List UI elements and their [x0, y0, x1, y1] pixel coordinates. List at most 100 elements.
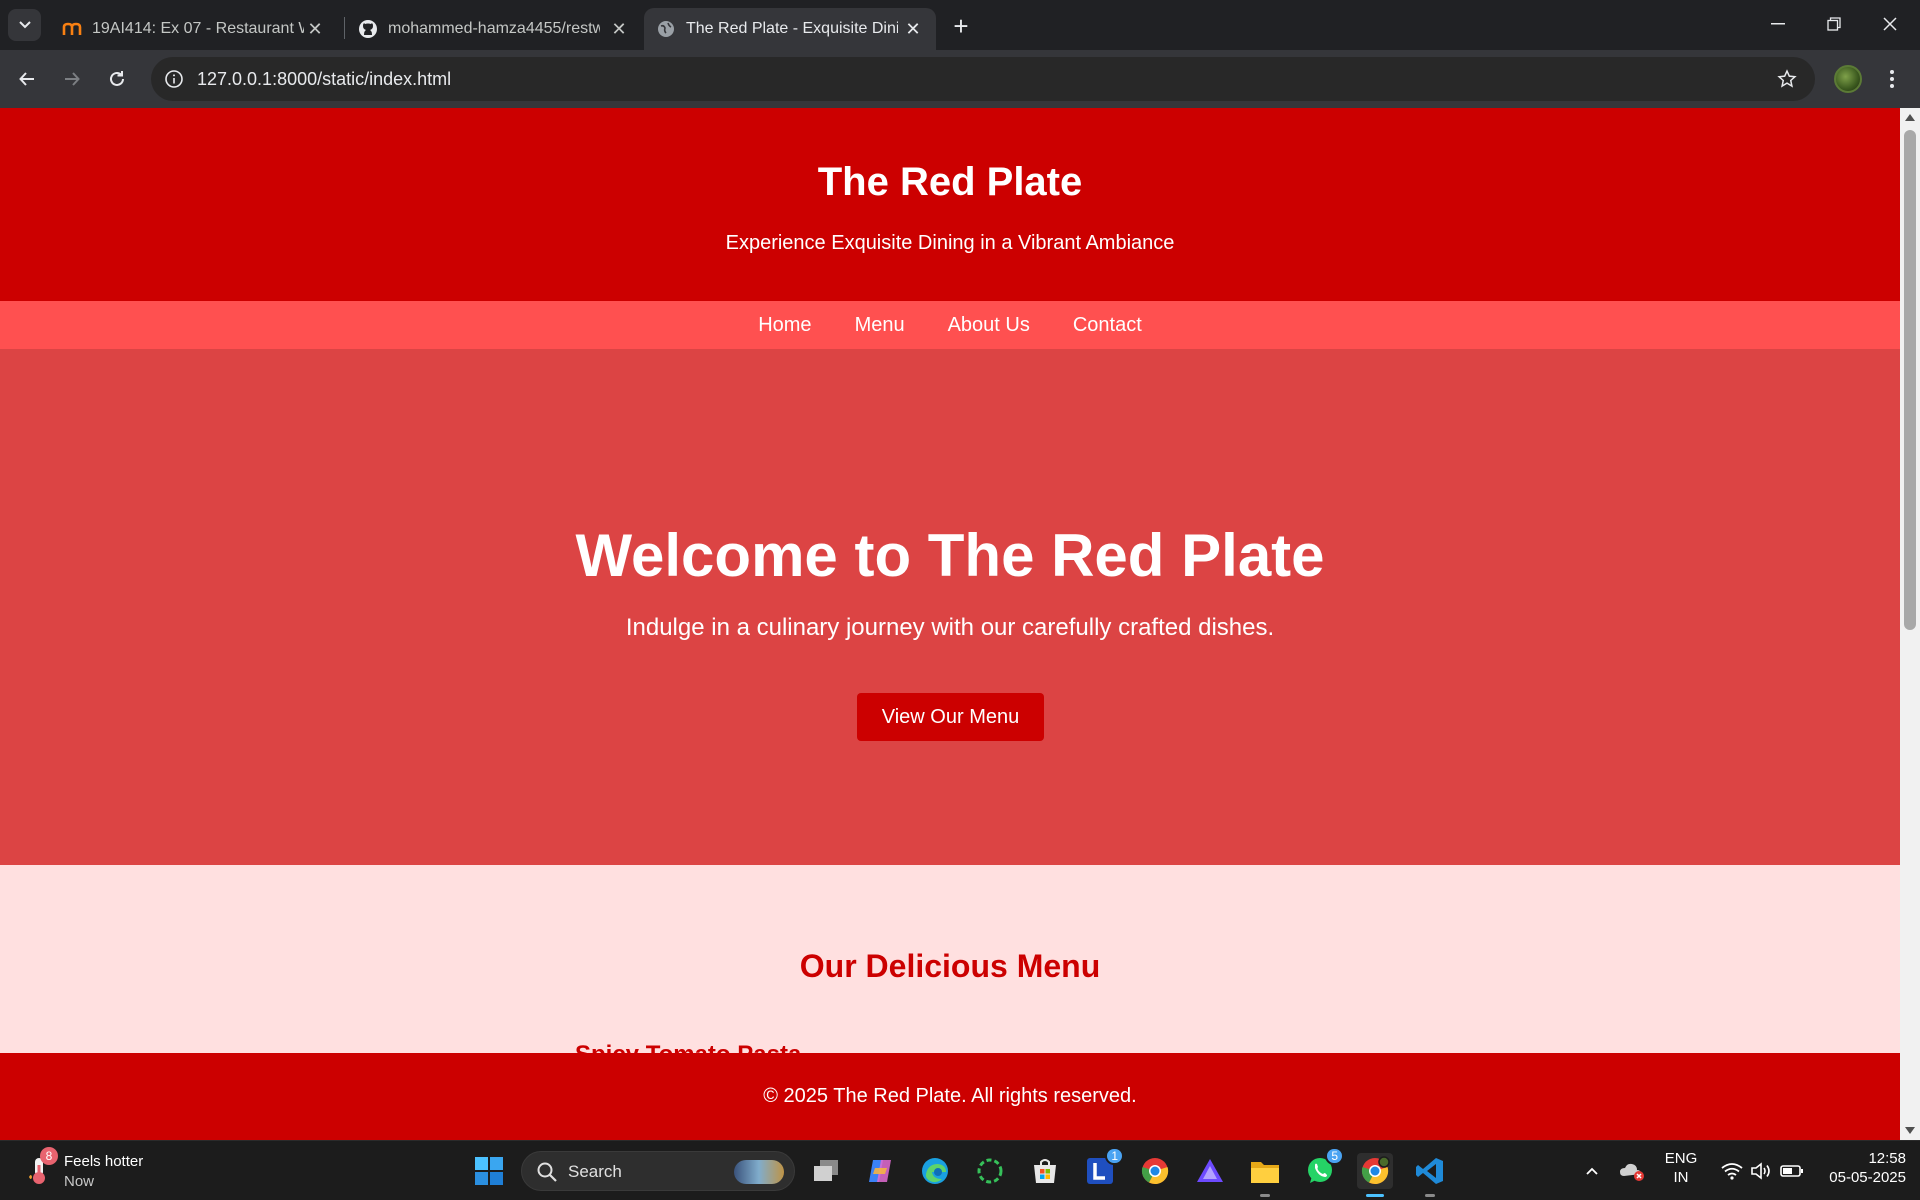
- restore-icon: [1827, 17, 1841, 31]
- chrome-active-app[interactable]: [1357, 1153, 1393, 1197]
- reload-icon: [110, 71, 124, 86]
- forward-button[interactable]: [55, 62, 89, 96]
- page-viewport: The Red Plate Experience Exquisite Dinin…: [0, 108, 1900, 1140]
- chrome-icon: [1361, 1156, 1390, 1185]
- url-text[interactable]: 127.0.0.1:8000/static/index.html: [197, 69, 451, 90]
- scroll-up-arrow-icon[interactable]: [1905, 114, 1915, 121]
- weather-line2: Now: [64, 1173, 95, 1190]
- site-footer: © 2025 The Red Plate. All rights reserve…: [0, 1053, 1900, 1140]
- profile-avatar[interactable]: [1834, 65, 1862, 93]
- nav-link-menu[interactable]: Menu: [855, 314, 905, 337]
- onedrive-status[interactable]: [1614, 1153, 1650, 1189]
- vscode-app[interactable]: [1412, 1153, 1448, 1197]
- clock-time: 12:58: [1868, 1150, 1906, 1167]
- browser-menu-button[interactable]: [1880, 64, 1904, 94]
- arrow-right-icon: [65, 72, 80, 86]
- page-scrollbar[interactable]: [1900, 108, 1920, 1140]
- clock-date: 05-05-2025: [1829, 1169, 1906, 1186]
- restore-button[interactable]: [1806, 0, 1862, 48]
- triangle-app-icon: [1197, 1159, 1223, 1182]
- nav-link-home[interactable]: Home: [758, 314, 811, 337]
- site-info-icon[interactable]: [163, 68, 185, 90]
- site-title: The Red Plate: [817, 160, 1083, 204]
- tab-moodle[interactable]: 19AI414: Ex 07 - Restaurant Web ✕: [50, 8, 338, 50]
- tab-red-plate[interactable]: The Red Plate - Exquisite Dining ✕: [644, 8, 936, 50]
- back-button[interactable]: [10, 62, 44, 96]
- notification-badge: 1: [1105, 1147, 1124, 1165]
- copilot-app[interactable]: [862, 1153, 898, 1189]
- site-tagline: Experience Exquisite Dining in a Vibrant…: [725, 232, 1175, 254]
- scroll-thumb[interactable]: [1904, 130, 1916, 630]
- scroll-down-arrow-icon[interactable]: [1905, 1127, 1915, 1134]
- show-hidden-icons-button[interactable]: [1574, 1153, 1610, 1189]
- circular-app-icon: [977, 1158, 1003, 1184]
- tab-title: mohammed-hamza4455/restwe: [388, 20, 600, 37]
- arrow-left-icon: [19, 72, 34, 86]
- store-icon: [1034, 1159, 1056, 1183]
- windows-logo-icon: [475, 1157, 503, 1185]
- hero-title: Welcome to The Red Plate: [575, 522, 1325, 589]
- close-icon[interactable]: ✕: [608, 18, 630, 40]
- hero-section: Welcome to The Red Plate Indulge in a cu…: [0, 349, 1900, 865]
- weather-badge: 8: [40, 1147, 58, 1165]
- view-menu-button[interactable]: View Our Menu: [857, 693, 1044, 741]
- cloud-error-icon: [1620, 1163, 1644, 1181]
- close-icon[interactable]: ✕: [304, 18, 326, 40]
- nav-link-contact[interactable]: Contact: [1073, 314, 1142, 337]
- globe-icon: [656, 19, 676, 39]
- chevron-down-icon: [18, 21, 31, 29]
- windows-taskbar: 8 Feels hotter Now Search 1 5 ENG IN 12:…: [0, 1140, 1920, 1200]
- chrome-app[interactable]: [1137, 1153, 1173, 1189]
- tab-search-button[interactable]: [8, 9, 41, 41]
- edge-icon: [922, 1158, 948, 1184]
- hero-text: Indulge in a culinary journey with our c…: [625, 614, 1275, 641]
- proton-app[interactable]: [1192, 1153, 1228, 1189]
- bookmark-star-icon[interactable]: [1775, 67, 1799, 91]
- weather-line1: Feels hotter: [64, 1153, 144, 1170]
- reload-button[interactable]: [100, 62, 134, 96]
- close-window-button[interactable]: [1862, 0, 1918, 48]
- nav-link-about-us[interactable]: About Us: [948, 314, 1030, 337]
- start-button[interactable]: [471, 1153, 507, 1189]
- file-explorer-app[interactable]: [1247, 1153, 1283, 1197]
- loader-app[interactable]: [972, 1153, 1008, 1189]
- close-icon: [1883, 17, 1897, 31]
- search-icon: [537, 1162, 557, 1182]
- site-header: The Red Plate Experience Exquisite Dinin…: [0, 108, 1900, 301]
- new-tab-button[interactable]: +: [945, 10, 977, 42]
- copilot-icon: [869, 1160, 891, 1182]
- weather-widget[interactable]: 8 Feels hotter Now: [26, 1147, 166, 1193]
- quick-settings-button[interactable]: [1712, 1153, 1812, 1189]
- address-bar[interactable]: 127.0.0.1:8000/static/index.html: [151, 57, 1815, 101]
- clock[interactable]: 12:58 05-05-2025: [1812, 1150, 1906, 1186]
- outlook-app[interactable]: 1: [1082, 1147, 1124, 1189]
- taskbar-search[interactable]: Search: [521, 1151, 795, 1191]
- browser-tab-bar: 19AI414: Ex 07 - Restaurant Web ✕ mohamm…: [0, 0, 1920, 50]
- tab-title: 19AI414: Ex 07 - Restaurant Web: [92, 20, 304, 37]
- microsoft-store-app[interactable]: [1027, 1153, 1063, 1189]
- minimize-icon: [1771, 23, 1785, 25]
- footer-text: © 2025 The Red Plate. All rights reserve…: [763, 1085, 1137, 1107]
- search-placeholder: Search: [568, 1162, 622, 1181]
- tab-github[interactable]: mohammed-hamza4455/restwe ✕: [346, 8, 642, 50]
- language-indicator[interactable]: ENG IN: [1660, 1150, 1702, 1186]
- menu-heading: Our Delicious Menu: [799, 948, 1101, 984]
- moodle-icon: [62, 19, 82, 39]
- vscode-icon: [1416, 1158, 1443, 1184]
- github-icon: [358, 19, 378, 39]
- lang-line1: ENG: [1664, 1150, 1698, 1167]
- notification-badge: 5: [1325, 1147, 1344, 1165]
- tab-separator: [344, 17, 345, 39]
- close-icon[interactable]: ✕: [902, 18, 924, 40]
- running-indicator: [1425, 1194, 1435, 1197]
- task-view-button[interactable]: [808, 1153, 844, 1189]
- browser-toolbar: 127.0.0.1:8000/static/index.html: [0, 50, 1920, 108]
- site-nav: Home Menu About Us Contact: [0, 301, 1900, 349]
- more-vertical-icon: [1890, 70, 1894, 88]
- wifi-icon: [1721, 1163, 1743, 1180]
- minimize-button[interactable]: [1750, 0, 1806, 48]
- whatsapp-app[interactable]: 5: [1302, 1147, 1344, 1189]
- edge-app[interactable]: [917, 1153, 953, 1189]
- battery-icon: [1780, 1165, 1803, 1177]
- volume-icon: [1751, 1162, 1770, 1180]
